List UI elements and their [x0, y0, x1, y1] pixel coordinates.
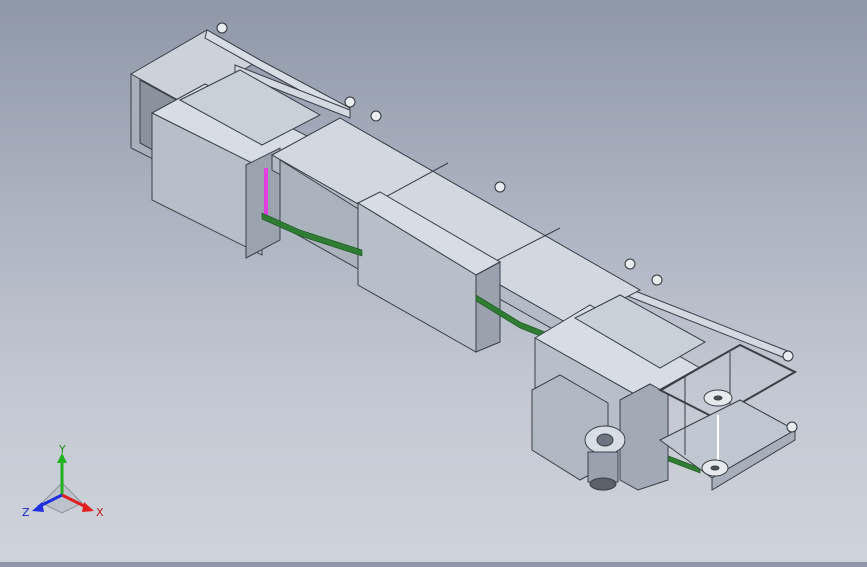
cad-viewport[interactable]: Y X Z [0, 0, 867, 562]
coordinate-triad: Y X Z [22, 445, 104, 519]
sprocket-lower [701, 459, 729, 477]
conveyor-assembly-model [129, 22, 798, 491]
sprocket-upper [703, 389, 733, 407]
blower-motor [584, 425, 626, 491]
z-axis-label: Z [22, 506, 30, 519]
x-axis-label: X [96, 506, 104, 519]
magenta-part [264, 168, 268, 216]
y-axis-label: Y [58, 445, 66, 456]
